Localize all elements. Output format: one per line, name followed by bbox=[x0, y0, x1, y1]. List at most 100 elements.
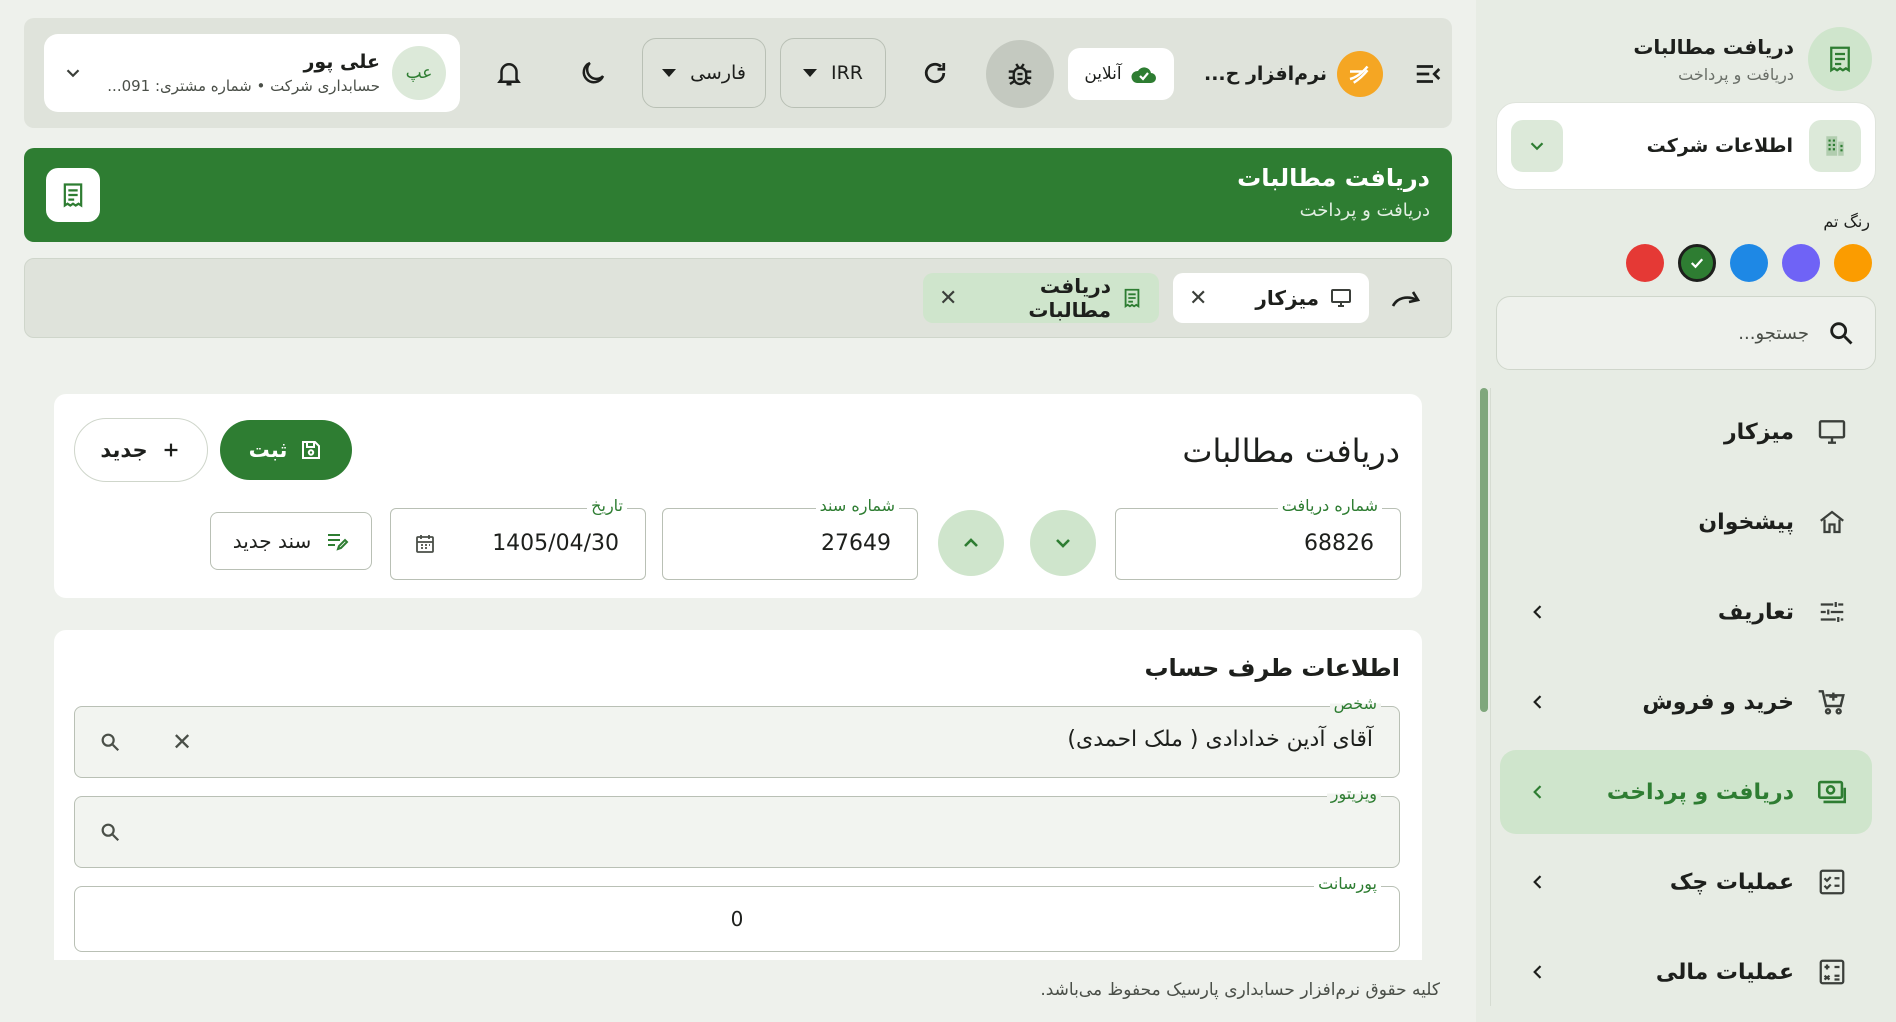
sidebar-scroll-track bbox=[1490, 388, 1491, 1006]
sidebar-item-desktop[interactable]: میزکار bbox=[1500, 390, 1872, 474]
receipt-number-value: 68826 bbox=[1304, 531, 1374, 556]
theme-color-label: رنگ تم bbox=[1823, 212, 1870, 231]
sidebar-item-cheque-ops[interactable]: عملیات چک bbox=[1500, 840, 1872, 924]
caret-down-icon bbox=[662, 69, 677, 77]
chevron-left-icon bbox=[1522, 596, 1554, 628]
receipt-icon bbox=[1808, 27, 1872, 91]
new-document-button[interactable]: سند جدید bbox=[210, 512, 372, 570]
calendar-icon[interactable] bbox=[413, 531, 437, 557]
search-icon[interactable] bbox=[93, 815, 127, 849]
brand-logo-icon bbox=[1337, 51, 1384, 97]
playlist-edit-icon bbox=[325, 529, 349, 553]
receipt-form-card: دریافت مطالبات ثبت جدید شماره دریافت 688… bbox=[54, 394, 1422, 598]
sidebar-search-input[interactable] bbox=[1517, 322, 1809, 344]
company-info-selector[interactable]: اطلاعات شرکت bbox=[1496, 102, 1876, 190]
new-button[interactable]: جدید bbox=[74, 418, 208, 482]
check-icon bbox=[1690, 258, 1704, 269]
close-icon[interactable]: ✕ bbox=[1189, 286, 1207, 311]
sidebar: دریافت مطالبات دریافت و پرداخت اطلاعات ش… bbox=[1476, 0, 1896, 1022]
tab-desktop[interactable]: میزکار ✕ bbox=[1173, 273, 1369, 323]
save-label: ثبت bbox=[248, 438, 288, 462]
person-field[interactable]: شخص آقای آدین خدادادی ( ملک احمدی) ✕ bbox=[74, 694, 1400, 778]
brand-name: نرم‌افزار ح... bbox=[1204, 63, 1328, 85]
sidebar-item-label: دریافت و پرداخت bbox=[1606, 779, 1794, 805]
tab-receive-claims[interactable]: دریافت مطالبات ✕ bbox=[923, 273, 1159, 323]
receipt-number-label: شماره دریافت bbox=[1277, 496, 1382, 515]
search-icon[interactable] bbox=[93, 725, 127, 759]
notification-bell-icon[interactable] bbox=[482, 46, 536, 100]
commission-field[interactable]: پورسانت 0 bbox=[74, 874, 1400, 952]
redo-icon[interactable] bbox=[1385, 277, 1429, 321]
page-title: دریافت مطالبات bbox=[1237, 164, 1430, 192]
sidebar-subtitle: دریافت و پرداخت bbox=[1678, 64, 1794, 84]
sidebar-search bbox=[1496, 296, 1876, 370]
section-title: اطلاعات طرف حساب bbox=[1144, 654, 1400, 682]
page-subtitle: دریافت و پرداخت bbox=[1299, 200, 1430, 221]
commission-value: 0 bbox=[730, 907, 744, 931]
cart-icon bbox=[1812, 682, 1852, 722]
currency-select[interactable]: IRR bbox=[780, 38, 886, 108]
close-icon[interactable]: ✕ bbox=[939, 286, 957, 311]
sidebar-header: دریافت مطالبات دریافت و پرداخت bbox=[1492, 24, 1872, 94]
account-info-card: اطلاعات طرف حساب شخص آقای آدین خدادادی (… bbox=[54, 630, 1422, 960]
document-number-label: شماره سند bbox=[815, 496, 899, 515]
chevron-up-icon bbox=[964, 538, 978, 547]
debug-button[interactable] bbox=[986, 40, 1054, 108]
language-select[interactable]: فارسی bbox=[642, 38, 766, 108]
previous-record-button[interactable] bbox=[938, 510, 1004, 576]
theme-swatch-green[interactable] bbox=[1678, 244, 1716, 282]
sidebar-title: دریافت مطالبات bbox=[1633, 34, 1794, 59]
theme-swatch-blue[interactable] bbox=[1730, 244, 1768, 282]
dark-mode-moon-icon[interactable] bbox=[566, 46, 620, 100]
cash-icon bbox=[1812, 772, 1852, 812]
person-label: شخص bbox=[1329, 694, 1381, 713]
theme-swatch-purple[interactable] bbox=[1782, 244, 1820, 282]
menu-toggle-icon[interactable] bbox=[1402, 48, 1454, 100]
refresh-icon[interactable] bbox=[908, 46, 962, 100]
currency-value: IRR bbox=[830, 62, 863, 84]
chevron-down-icon[interactable] bbox=[1511, 120, 1563, 172]
date-value: 1405/04/30 bbox=[492, 531, 619, 556]
chevron-left-icon bbox=[1522, 776, 1554, 808]
user-menu[interactable]: عپ علی پور حسابداری شرکت • شماره مشتری: … bbox=[44, 34, 460, 112]
sidebar-item-label: پیشخوان bbox=[1698, 509, 1794, 535]
sidebar-scrollbar[interactable] bbox=[1480, 388, 1488, 712]
receipt-icon bbox=[1121, 287, 1143, 309]
sidebar-item-label: خرید و فروش bbox=[1642, 689, 1794, 715]
sidebar-item-receive-pay[interactable]: دریافت و پرداخت bbox=[1500, 750, 1872, 834]
cloud-check-icon bbox=[1131, 67, 1156, 83]
sidebar-item-sales[interactable]: خرید و فروش bbox=[1500, 660, 1872, 744]
document-number-field[interactable]: شماره سند 27649 bbox=[662, 496, 918, 580]
next-record-button[interactable] bbox=[1030, 510, 1096, 576]
chevron-down-icon bbox=[1056, 539, 1070, 548]
receipt-number-field[interactable]: شماره دریافت 68826 bbox=[1115, 496, 1401, 580]
sidebar-item-definitions[interactable]: تعاریف bbox=[1500, 570, 1872, 654]
company-info-label: اطلاعات شرکت bbox=[1646, 135, 1793, 157]
chevron-left-icon bbox=[1522, 956, 1554, 988]
search-icon bbox=[1827, 319, 1855, 347]
tab-label: میزکار bbox=[1255, 286, 1319, 310]
theme-swatch-orange[interactable] bbox=[1834, 244, 1872, 282]
theme-swatch-red[interactable] bbox=[1626, 244, 1664, 282]
sidebar-item-dashboard[interactable]: پیشخوان bbox=[1500, 480, 1872, 564]
form-title: دریافت مطالبات bbox=[1182, 432, 1400, 470]
sidebar-item-financial-ops[interactable]: عملیات مالی bbox=[1500, 930, 1872, 1014]
person-value: آقای آدین خدادادی ( ملک احمدی) bbox=[1067, 727, 1373, 752]
sliders-icon bbox=[1812, 592, 1852, 632]
sidebar-item-label: عملیات چک bbox=[1669, 869, 1794, 895]
sidebar-item-label: عملیات مالی bbox=[1655, 959, 1794, 985]
plus-icon bbox=[160, 439, 182, 461]
date-field[interactable]: تاریخ 1405/04/30 bbox=[390, 496, 646, 580]
sidebar-nav: میزکار پیشخوان تعاریف خرید و فروش دریافت… bbox=[1500, 390, 1872, 1020]
new-document-label: سند جدید bbox=[232, 529, 312, 553]
date-label: تاریخ bbox=[587, 496, 627, 515]
desktop-icon bbox=[1812, 412, 1852, 452]
chevron-down-icon bbox=[58, 58, 88, 88]
top-bar: عپ علی پور حسابداری شرکت • شماره مشتری: … bbox=[24, 18, 1452, 128]
new-label: جدید bbox=[100, 438, 148, 462]
visitor-field[interactable]: ویزیتور bbox=[74, 784, 1400, 868]
bug-icon bbox=[1008, 63, 1032, 86]
save-button[interactable]: ثبت bbox=[220, 420, 352, 480]
language-value: فارسی bbox=[690, 62, 746, 84]
clear-icon[interactable]: ✕ bbox=[165, 725, 199, 759]
